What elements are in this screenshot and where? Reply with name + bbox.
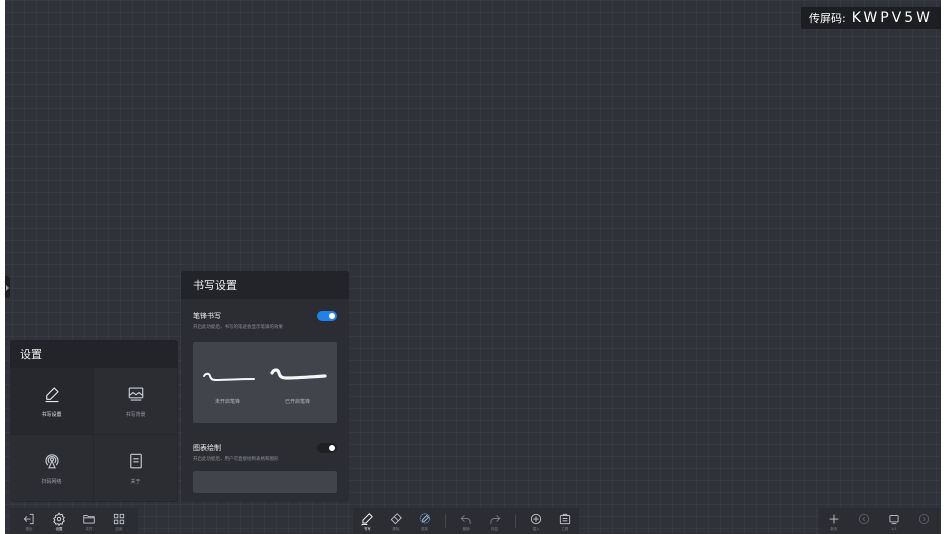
exit-label: 退出 [25, 526, 33, 531]
new-page-label: 新页 [830, 526, 838, 531]
stroke-on-caption: 已开启笔锋 [285, 399, 311, 405]
chart-setting-title: 图表绘制 [193, 444, 221, 452]
toolbox-icon [559, 513, 570, 524]
frame-right [941, 0, 947, 534]
new-page-button[interactable]: 新页 [819, 508, 849, 534]
stroke-off-caption: 未开启笔锋 [215, 399, 241, 405]
settings-item-writing[interactable]: 书写设置 [10, 368, 94, 435]
insert-button[interactable]: 插入 [522, 508, 551, 534]
settings-panel: 设置 书写设置 书写背景 扫码网络 关于 [10, 340, 178, 502]
document-icon [129, 453, 142, 468]
pages-icon [889, 514, 899, 524]
undo-label: 撤销 [462, 526, 470, 531]
redo-button[interactable]: 恢复 [480, 508, 509, 534]
apps-button[interactable]: 应用 [104, 508, 134, 534]
files-label: 文件 [85, 526, 93, 531]
settings-item-label: 书写背景 [125, 411, 146, 418]
toolbar-separator [514, 514, 516, 528]
undo-button[interactable]: 撤销 [452, 508, 481, 534]
writing-settings-title: 书写设置 [181, 271, 349, 299]
screen-code-value: KWPV5W [851, 10, 933, 26]
side-drawer-handle[interactable] [5, 276, 10, 298]
insert-label: 插入 [532, 526, 540, 531]
settings-item-network[interactable]: 扫码网络 [10, 435, 94, 502]
eraser-icon [390, 512, 402, 524]
pages-button[interactable]: 1/1 [879, 508, 909, 534]
chart-toggle[interactable] [317, 443, 337, 453]
plus-icon [829, 513, 839, 524]
settings-item-about[interactable]: 关于 [94, 435, 178, 502]
stroke-setting-desc: 开启此功能后，书写的笔迹会显示笔锋的效果 [193, 325, 283, 330]
next-page-button[interactable] [909, 508, 939, 534]
plus-circle-icon [531, 513, 542, 524]
chart-setting-desc: 开启此功能后，用户可直接绘制表格和图形 [193, 457, 279, 462]
undo-icon [460, 514, 471, 524]
toolbar-left: 退出 设置 文件 应用 [10, 508, 138, 534]
select-button[interactable]: 选择 [410, 508, 439, 534]
screen-code-badge: 传屏码: KWPV5W [800, 7, 941, 29]
stroke-on-sample [270, 368, 327, 380]
apps-label: 应用 [115, 526, 123, 531]
settings-button[interactable]: 设置 [44, 508, 74, 534]
redo-icon [490, 514, 500, 524]
settings-item-label: 书写设置 [41, 411, 62, 418]
lasso-icon [419, 512, 430, 524]
select-label: 选择 [421, 526, 429, 531]
pen-label: 书写 [363, 526, 371, 531]
toolbar-center: 书写 擦除 选择 撤销 恢复 插入 工具 [353, 508, 579, 534]
settings-title: 设置 [10, 340, 178, 368]
redo-label: 恢复 [491, 526, 499, 531]
pen-icon [361, 512, 374, 525]
image-icon [128, 386, 143, 401]
files-button[interactable]: 文件 [74, 508, 104, 534]
stroke-off-sample [203, 372, 255, 382]
folder-icon [83, 514, 95, 524]
chart-preview [193, 471, 337, 493]
toolbar-separator [444, 514, 446, 528]
toolbar-right: 新页 1/1 [819, 508, 940, 534]
stroke-preview: 未开启笔锋 已开启笔锋 [193, 342, 337, 423]
tools-label: 工具 [561, 526, 569, 531]
eraser-button[interactable]: 擦除 [382, 508, 411, 534]
chart-setting-row: 图表绘制 开启此功能后，用户可直接绘制表格和图形 [181, 443, 349, 462]
pen-button[interactable]: 书写 [353, 508, 382, 534]
stroke-setting-title: 笔锋书写 [193, 312, 221, 320]
pages-label: 1/1 [891, 526, 897, 531]
prev-page-button[interactable] [849, 508, 879, 534]
writing-settings-panel: 书写设置 笔锋书写 开启此功能后，书写的笔迹会显示笔锋的效果 未开启笔锋 已开启… [181, 271, 349, 502]
settings-item-label: 关于 [130, 478, 141, 485]
settings-item-background[interactable]: 书写背景 [94, 368, 178, 435]
pen-icon [44, 386, 59, 402]
settings-label: 设置 [55, 526, 63, 531]
grid-icon [113, 513, 125, 524]
eraser-label: 擦除 [392, 526, 400, 531]
exit-button[interactable]: 退出 [14, 508, 44, 534]
prev-icon [858, 513, 870, 524]
tools-button[interactable]: 工具 [550, 508, 579, 534]
stroke-toggle[interactable] [317, 311, 337, 321]
screen-code-label: 传屏码: [808, 12, 846, 25]
broadcast-icon [44, 453, 59, 468]
gear-icon [53, 511, 65, 526]
next-icon [918, 513, 930, 524]
exit-icon [23, 513, 34, 524]
stroke-setting-row: 笔锋书写 开启此功能后，书写的笔迹会显示笔锋的效果 [181, 311, 349, 330]
settings-item-label: 扫码网络 [41, 478, 62, 485]
frame-left [0, 0, 5, 534]
